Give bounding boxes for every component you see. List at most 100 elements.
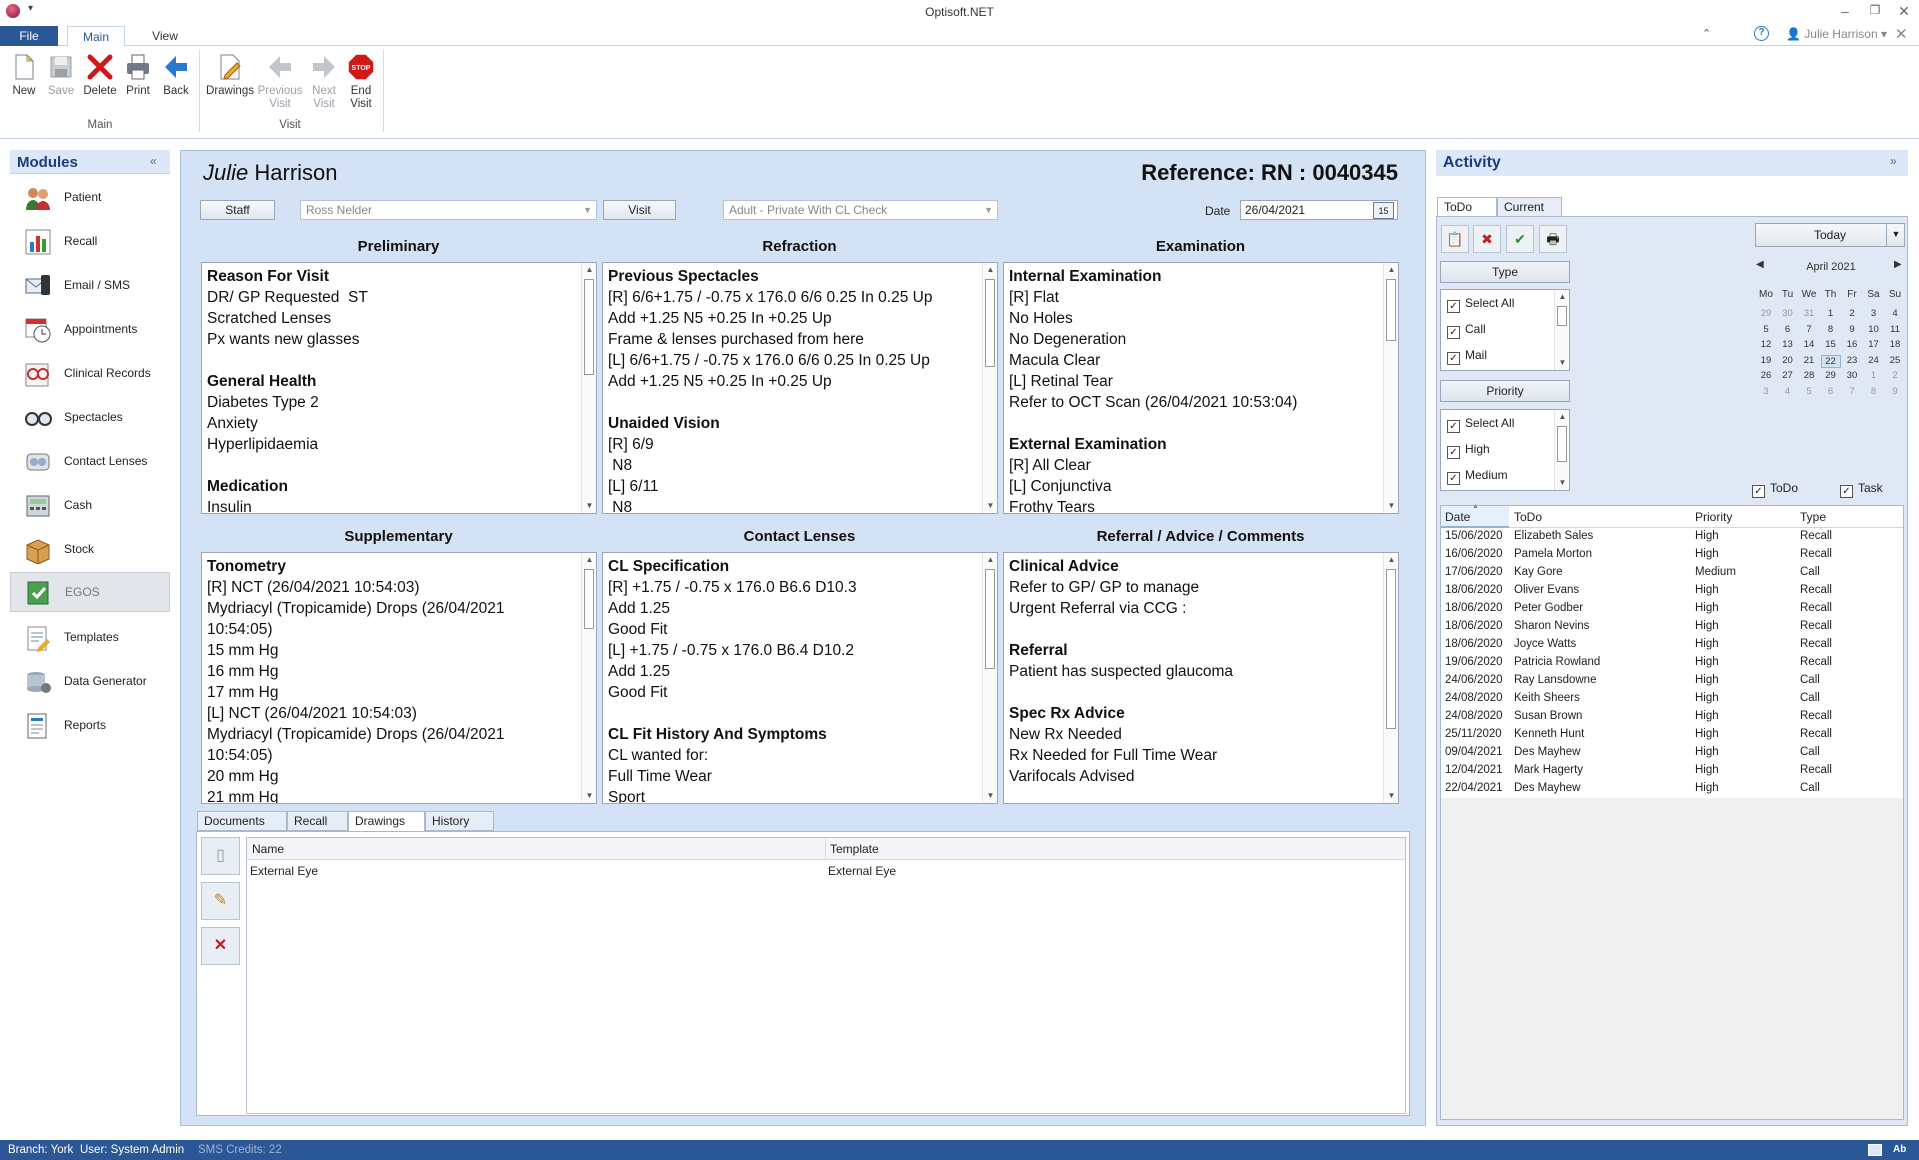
table-row[interactable]: 22/04/2021Des MayhewHighCall <box>1441 780 1903 798</box>
delete-activity-button[interactable]: ✖ <box>1473 225 1501 253</box>
calendar-day[interactable]: 6 <box>1778 324 1798 335</box>
calendar-day[interactable]: 22 <box>1821 355 1841 368</box>
scrollbar[interactable]: ▲▼ <box>982 263 997 513</box>
calendar-day[interactable]: 27 <box>1778 370 1798 381</box>
type-mail-checkbox[interactable]: ✓Mail <box>1447 348 1487 365</box>
type-select-all-checkbox[interactable]: ✓Select All <box>1447 296 1514 313</box>
scroll-down-icon[interactable]: ▼ <box>983 499 998 513</box>
calendar-day[interactable]: 31 <box>1799 308 1819 319</box>
close-icon[interactable]: ✕ <box>1893 3 1915 20</box>
scroll-thumb[interactable] <box>584 279 594 375</box>
calendar-day[interactable]: 18 <box>1885 339 1905 350</box>
module-appointments[interactable]: Appointments <box>10 310 170 350</box>
calendar-day[interactable]: 2 <box>1842 308 1862 319</box>
scrollbar[interactable]: ▲▼ <box>1554 410 1569 490</box>
delete-drawing-button[interactable]: ✕ <box>201 927 240 965</box>
table-row[interactable]: 24/06/2020Ray LansdowneHighCall <box>1441 672 1903 690</box>
calendar-day[interactable]: 11 <box>1885 324 1905 335</box>
calendar-day[interactable]: 4 <box>1778 386 1798 397</box>
calendar-day[interactable]: 28 <box>1799 370 1819 381</box>
minimize-icon[interactable]: – <box>1834 3 1856 19</box>
calendar-day[interactable]: 20 <box>1778 355 1798 366</box>
calendar-day[interactable]: 8 <box>1821 324 1841 335</box>
expand-activity-icon[interactable]: » <box>1890 154 1897 168</box>
scrollbar[interactable]: ▲▼ <box>1383 553 1398 803</box>
table-row[interactable]: 18/06/2020Oliver EvansHighRecall <box>1441 582 1903 600</box>
layout-icon[interactable] <box>1868 1144 1882 1156</box>
scroll-up-icon[interactable]: ▲ <box>582 263 597 277</box>
user-menu[interactable]: 👤 Julie Harrison ▾ <box>1786 27 1887 41</box>
module-stock[interactable]: Stock <box>10 530 170 570</box>
scroll-up-icon[interactable]: ▲ <box>1384 553 1399 567</box>
scroll-down-icon[interactable]: ▼ <box>582 499 597 513</box>
tab-documents[interactable]: Documents <box>197 811 287 831</box>
scroll-up-icon[interactable]: ▲ <box>983 553 998 567</box>
scroll-down-icon[interactable]: ▼ <box>1384 499 1399 513</box>
scroll-thumb[interactable] <box>1386 279 1396 341</box>
calendar-icon[interactable]: 15 <box>1373 202 1394 219</box>
priority-medium-checkbox[interactable]: ✓Medium <box>1447 468 1508 485</box>
previous-visit-button[interactable]: PreviousVisit <box>257 52 303 111</box>
tab-view[interactable]: View <box>140 26 190 46</box>
table-row[interactable]: 24/08/2020Susan BrownHighRecall <box>1441 708 1903 726</box>
calendar-day[interactable]: 19 <box>1756 355 1776 366</box>
today-dropdown-icon[interactable]: ▼ <box>1886 223 1905 247</box>
table-row[interactable]: 15/06/2020Elizabeth SalesHighRecall <box>1441 528 1903 546</box>
calendar-day[interactable]: 12 <box>1756 339 1776 350</box>
scrollbar[interactable]: ▲▼ <box>1554 290 1569 370</box>
font-size-icon[interactable]: Ab <box>1893 1140 1906 1160</box>
next-visit-button[interactable]: NextVisit <box>307 52 341 111</box>
table-row[interactable]: 24/08/2020Keith SheersHighCall <box>1441 690 1903 708</box>
table-row[interactable]: 12/04/2021Mark HagertyHighRecall <box>1441 762 1903 780</box>
calendar-day[interactable]: 23 <box>1842 355 1862 366</box>
column-header-name[interactable]: Name <box>252 842 284 856</box>
module-data-generator[interactable]: Data Generator <box>10 662 170 702</box>
column-header-priority[interactable]: Priority <box>1695 510 1732 524</box>
today-button[interactable]: Today <box>1755 223 1905 247</box>
type-filter-label[interactable]: Type <box>1440 261 1570 283</box>
calendar-day[interactable]: 3 <box>1756 386 1776 397</box>
calendar-day[interactable]: 17 <box>1864 339 1884 350</box>
delete-button[interactable]: Delete <box>81 52 119 98</box>
scroll-up-icon[interactable]: ▲ <box>582 553 597 567</box>
close-app-icon[interactable]: ✕ <box>1895 25 1908 43</box>
calendar-day[interactable]: 13 <box>1778 339 1798 350</box>
module-cash[interactable]: Cash <box>10 486 170 526</box>
type-call-checkbox[interactable]: ✓Call <box>1447 322 1486 339</box>
calendar-day[interactable]: 9 <box>1842 324 1862 335</box>
tab-main[interactable]: Main <box>67 26 125 47</box>
print-activity-button[interactable]: 🖶 <box>1539 225 1567 253</box>
scroll-up-icon[interactable]: ▲ <box>1384 263 1399 277</box>
table-row[interactable]: 16/06/2020Pamela MortonHighRecall <box>1441 546 1903 564</box>
table-row[interactable]: 18/06/2020Sharon NevinsHighRecall <box>1441 618 1903 636</box>
scroll-down-icon[interactable]: ▼ <box>1555 356 1570 370</box>
table-row[interactable]: 18/06/2020Peter GodberHighRecall <box>1441 600 1903 618</box>
priority-filter-label[interactable]: Priority <box>1440 380 1570 402</box>
table-row[interactable]: 09/04/2021Des MayhewHighCall <box>1441 744 1903 762</box>
column-header-date[interactable]: Date <box>1445 510 1470 524</box>
scrollbar[interactable]: ▲▼ <box>581 263 596 513</box>
table-row[interactable]: External Eye External Eye <box>247 861 1405 881</box>
complete-activity-button[interactable]: ✔ <box>1506 225 1534 253</box>
scroll-down-icon[interactable]: ▼ <box>1555 476 1570 490</box>
calendar-day[interactable]: 6 <box>1821 386 1841 397</box>
filter-task-checkbox[interactable]: ✓Task <box>1840 481 1883 498</box>
table-row[interactable]: 19/06/2020Patricia RowlandHighRecall <box>1441 654 1903 672</box>
calendar-day[interactable]: 15 <box>1821 339 1841 350</box>
tab-todo[interactable]: ToDo <box>1437 197 1497 217</box>
priority-select-all-checkbox[interactable]: ✓Select All <box>1447 416 1514 433</box>
drawings-button[interactable]: Drawings <box>204 52 256 98</box>
calendar-day[interactable]: 25 <box>1885 355 1905 366</box>
help-icon[interactable]: ? <box>1754 26 1769 41</box>
scroll-up-icon[interactable]: ▲ <box>1555 410 1570 424</box>
end-visit-button[interactable]: STOP EndVisit <box>344 52 378 111</box>
scroll-thumb[interactable] <box>584 569 594 629</box>
contact-lenses-box[interactable]: CL Specification[R] +1.75 / -0.75 x 176.… <box>602 552 998 804</box>
scroll-down-icon[interactable]: ▼ <box>582 789 597 803</box>
filter-todo-checkbox[interactable]: ✓ToDo <box>1752 481 1798 498</box>
module-patient[interactable]: Patient <box>10 178 170 218</box>
preliminary-box[interactable]: Reason For VisitDR/ GP Requested STScrat… <box>201 262 597 514</box>
scroll-thumb[interactable] <box>1386 569 1396 729</box>
new-button[interactable]: ✦ New <box>8 52 40 98</box>
next-month-icon[interactable]: ▶ <box>1894 259 1902 270</box>
